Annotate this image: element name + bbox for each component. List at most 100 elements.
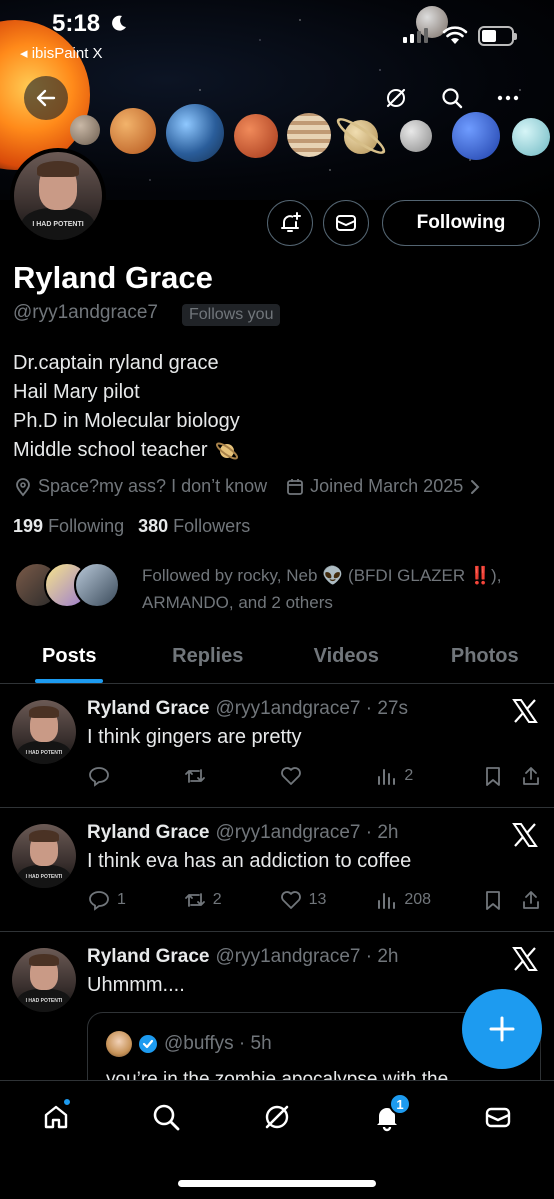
heart-icon xyxy=(280,891,301,909)
mercury-planet xyxy=(70,115,100,145)
more-options-button[interactable] xyxy=(486,76,530,120)
avatar-shirt-text: I HAD POTENTI xyxy=(25,997,63,1004)
post-author-name[interactable]: Ryland Grace xyxy=(87,946,210,968)
bookmark-button[interactable] xyxy=(482,889,520,911)
repost-count: 2 xyxy=(212,891,222,908)
quoted-post-meta: @buffys · 5h xyxy=(164,1033,272,1054)
views-bar-chart-icon xyxy=(378,893,396,909)
bookmark-icon xyxy=(486,767,500,786)
plus-icon xyxy=(489,1016,515,1042)
share-icon xyxy=(523,891,539,909)
nav-search[interactable] xyxy=(144,1095,188,1139)
avatar-shirt-text: I HAD POTENTI xyxy=(25,873,63,880)
tab-photos[interactable]: Photos xyxy=(416,630,554,683)
envelope-icon xyxy=(485,1107,511,1128)
post-avatar[interactable]: I HAD POTENTI xyxy=(12,700,76,764)
compose-post-button[interactable] xyxy=(462,989,542,1069)
post-meta: @ryy1andgrace7 · 27s xyxy=(215,698,409,719)
post-avatar[interactable]: I HAD POTENTI xyxy=(12,824,76,888)
reply-button[interactable] xyxy=(87,764,183,788)
bio-line: Hail Mary pilot xyxy=(13,381,140,403)
follow-counts: 199 Following 380 Followers xyxy=(13,516,250,537)
moon-planet xyxy=(400,120,432,152)
bio-line: Middle school teacher xyxy=(13,439,208,461)
follows-you-badge: Follows you xyxy=(182,304,281,326)
profile-name: Ryland Grace xyxy=(13,260,213,295)
bio-line: Ph.D in Molecular biology xyxy=(13,410,240,432)
view-count: 208 xyxy=(404,891,432,908)
nav-grok[interactable] xyxy=(255,1095,299,1139)
profile-handle: @ryy1andgrace7 xyxy=(13,302,158,323)
location-text: Space?my ass? I don’t know xyxy=(38,476,268,496)
following-button[interactable]: Following xyxy=(382,200,540,246)
profile-meta: Space?my ass? I don’t know Joined March … xyxy=(13,476,500,497)
quoted-post-text: you’re in the zombie apocalypse with the xyxy=(106,1069,449,1080)
home-indicator[interactable] xyxy=(178,1180,376,1187)
location: Space?my ass? I don’t know xyxy=(13,476,267,497)
bio-line-last: Middle school teacher xyxy=(13,436,240,465)
avatar-shirt-text: I HAD POTENTI xyxy=(25,749,63,756)
profile-avatar[interactable]: I HAD POTENTI xyxy=(10,148,106,244)
avatar-hair xyxy=(36,160,80,177)
views-bar-chart-icon xyxy=(378,769,396,785)
earth-planet xyxy=(166,104,224,162)
message-button[interactable] xyxy=(323,200,369,246)
x-logo-icon xyxy=(512,822,538,848)
nav-notifications[interactable]: 1 xyxy=(365,1093,411,1139)
nav-home[interactable] xyxy=(34,1095,78,1139)
followed-by-text: Followed by rocky, Neb 👽 (BFDI GLAZER ‼️… xyxy=(142,566,502,612)
do-not-disturb-icon xyxy=(110,14,128,32)
share-button[interactable] xyxy=(520,889,542,911)
joined-date[interactable]: Joined March 2025 xyxy=(285,476,482,497)
post-header: Ryland Grace @ryy1andgrace7 · 2h xyxy=(87,822,399,844)
repost-button[interactable]: 2 xyxy=(183,888,279,912)
post[interactable]: I HAD POTENTI Ryland Grace @ryy1andgrace… xyxy=(0,684,554,808)
status-time: 5:18 xyxy=(52,10,101,37)
share-button[interactable] xyxy=(520,765,542,787)
more-icon xyxy=(497,95,519,101)
tab-videos[interactable]: Videos xyxy=(277,630,416,683)
post-text: Uhmmm.... xyxy=(87,974,185,996)
tab-posts[interactable]: Posts xyxy=(0,630,139,683)
post-header: Ryland Grace @ryy1andgrace7 · 27s xyxy=(87,698,408,720)
followers-label: Followers xyxy=(173,516,251,536)
following-label: Following xyxy=(48,516,125,536)
grok-icon xyxy=(386,88,406,108)
post[interactable]: I HAD POTENTI Ryland Grace @ryy1andgrace… xyxy=(0,808,554,932)
nav-messages[interactable] xyxy=(476,1095,520,1139)
views-button[interactable]: 208 xyxy=(374,888,482,912)
cellular-signal-icon xyxy=(403,28,428,43)
reply-button[interactable]: 1 xyxy=(87,888,183,912)
following-count: 199 xyxy=(13,516,44,536)
search-button[interactable] xyxy=(430,76,474,120)
post-header: Ryland Grace @ryy1andgrace7 · 2h xyxy=(87,946,399,968)
post-meta: @ryy1andgrace7 · 2h xyxy=(215,946,399,967)
reply-count: 1 xyxy=(117,891,126,908)
post-text: I think eva has an addiction to coffee xyxy=(87,850,412,872)
following-count-link[interactable]: 199 Following xyxy=(13,516,124,537)
tab-replies[interactable]: Replies xyxy=(139,630,278,683)
followers-count-link[interactable]: 380 Followers xyxy=(138,516,250,537)
mars-planet xyxy=(234,114,278,158)
views-button[interactable]: 2 xyxy=(374,764,482,788)
share-icon xyxy=(523,767,539,785)
location-pin-icon xyxy=(16,477,30,496)
avatar-shirt-text: I HAD POTENTI xyxy=(32,220,84,228)
post-author-name[interactable]: Ryland Grace xyxy=(87,698,210,720)
venus-planet xyxy=(110,108,156,154)
like-button[interactable] xyxy=(279,764,375,788)
like-button[interactable]: 13 xyxy=(279,888,375,912)
post-author-name[interactable]: Ryland Grace xyxy=(87,822,210,844)
avatar-hair xyxy=(28,954,60,966)
bookmark-button[interactable] xyxy=(482,765,520,787)
like-count: 13 xyxy=(308,891,327,908)
back-to-app-link[interactable]: ◂ ibisPaint X xyxy=(20,44,103,62)
back-button[interactable] xyxy=(24,76,68,120)
profile-bio: Dr.captain ryland grace Hail Mary pilot … xyxy=(13,349,240,465)
grok-button[interactable] xyxy=(374,76,418,120)
repost-button[interactable] xyxy=(183,764,279,788)
post-avatar[interactable]: I HAD POTENTI xyxy=(12,948,76,1012)
followed-by[interactable]: Followed by rocky, Neb 👽 (BFDI GLAZER ‼️… xyxy=(14,562,544,616)
notify-button[interactable] xyxy=(267,200,313,246)
verified-badge-icon xyxy=(139,1035,157,1053)
